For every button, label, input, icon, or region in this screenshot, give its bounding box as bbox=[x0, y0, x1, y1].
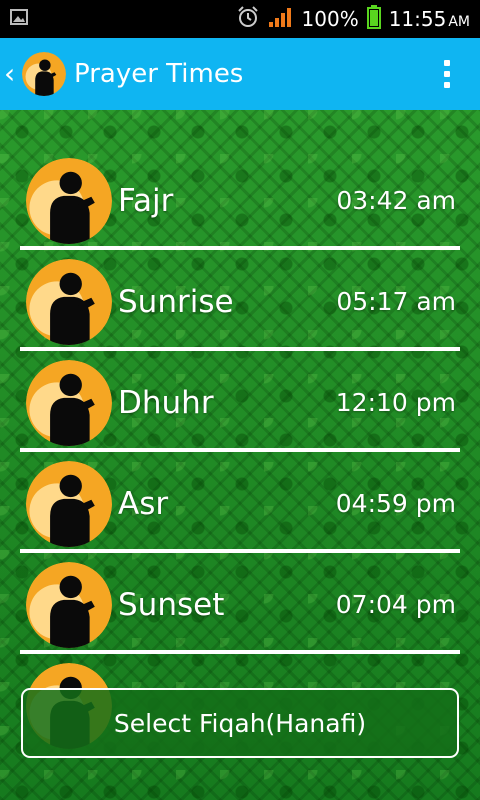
prayer-row-sunrise[interactable]: Sunrise 05:17 am bbox=[20, 251, 460, 352]
battery-icon bbox=[366, 4, 381, 34]
prayer-row-sunset[interactable]: Sunset 07:04 pm bbox=[20, 554, 460, 655]
prayer-name: Sunrise bbox=[118, 283, 234, 320]
prayer-time: 03:42 am bbox=[336, 186, 456, 215]
app-bar: ‹ Prayer Times bbox=[0, 38, 480, 110]
page-title: Prayer Times bbox=[74, 59, 244, 89]
row-divider bbox=[20, 650, 460, 654]
clock-time: 11:55 bbox=[388, 7, 447, 31]
prayer-row-dhuhr[interactable]: Dhuhr 12:10 pm bbox=[20, 352, 460, 453]
prayer-name: Asr bbox=[118, 485, 169, 522]
prayer-name: Dhuhr bbox=[118, 384, 214, 421]
signal-icon bbox=[268, 6, 294, 33]
prayer-times-content: Fajr 03:42 am Sunrise 05:17 am Dhuhr 12:… bbox=[0, 110, 480, 800]
prayer-time: 04:59 pm bbox=[335, 489, 456, 518]
praying-person-icon bbox=[26, 359, 112, 446]
row-divider bbox=[20, 549, 460, 553]
prayer-row-fajr[interactable]: Fajr 03:42 am bbox=[20, 150, 460, 251]
prayer-row-asr[interactable]: Asr 04:59 pm bbox=[20, 453, 460, 554]
status-bar: 100% 11:55 AM bbox=[0, 0, 480, 38]
alarm-icon bbox=[236, 5, 260, 34]
row-divider bbox=[20, 347, 460, 351]
prayer-time: 12:10 pm bbox=[335, 388, 456, 417]
battery-percent: 100% bbox=[301, 7, 359, 31]
prayer-name: Fajr bbox=[118, 182, 174, 219]
praying-person-icon bbox=[26, 460, 112, 547]
overflow-menu-icon[interactable] bbox=[444, 60, 450, 88]
select-fiqah-button[interactable]: Select Fiqah(Hanafi) bbox=[21, 688, 459, 758]
status-time: 11:55 AM bbox=[389, 7, 470, 31]
prayer-time: 05:17 am bbox=[336, 287, 456, 316]
prayer-name: Sunset bbox=[118, 586, 225, 623]
prayer-time: 07:04 pm bbox=[335, 590, 456, 619]
image-notification-icon bbox=[10, 8, 28, 30]
row-divider bbox=[20, 246, 460, 250]
praying-person-icon bbox=[26, 157, 112, 244]
back-chevron-icon[interactable]: ‹ bbox=[4, 60, 18, 88]
clock-ampm: AM bbox=[448, 14, 470, 30]
praying-person-icon bbox=[26, 561, 112, 648]
praying-person-logo[interactable] bbox=[22, 52, 66, 96]
praying-person-icon bbox=[26, 258, 112, 345]
row-divider bbox=[20, 448, 460, 452]
